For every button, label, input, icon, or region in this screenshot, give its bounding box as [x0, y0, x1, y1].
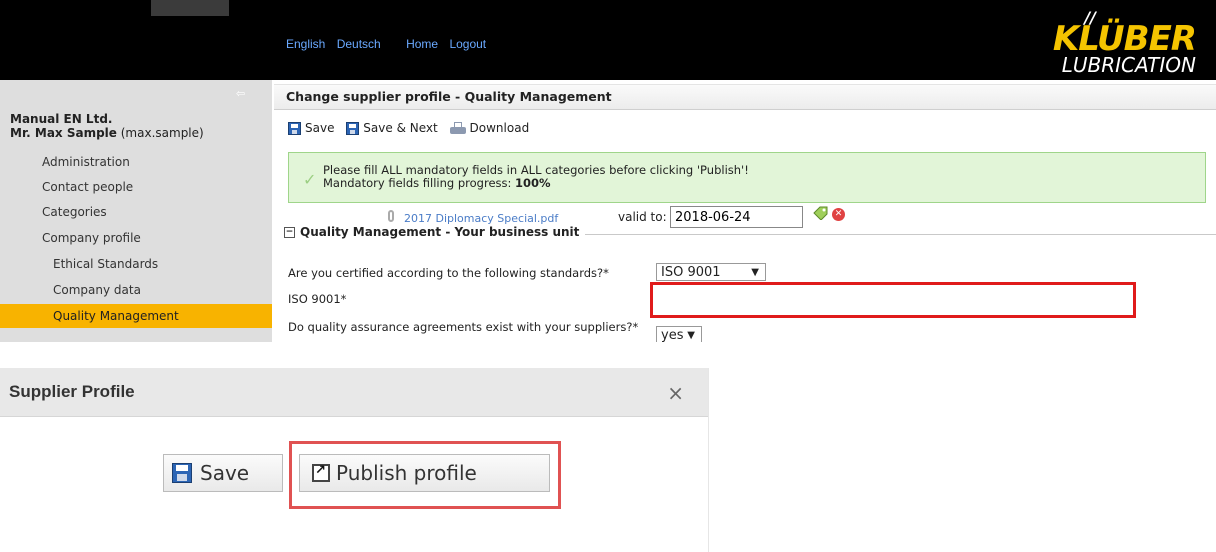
valid-to-input[interactable] — [670, 206, 803, 228]
highlight-frame-publish — [289, 441, 561, 509]
certification-select[interactable]: ISO 9001 ▼ — [656, 263, 766, 281]
qa-agreements-select[interactable]: yes ▼ — [656, 326, 702, 342]
logo-brand: KLÜBER — [1052, 19, 1197, 59]
printer-icon — [449, 121, 466, 135]
lang-deutsch-link[interactable]: Deutsch — [337, 37, 381, 51]
sidebar-item-label: Categories — [42, 205, 107, 219]
sidebar-item-administration[interactable]: Administration — [0, 150, 272, 174]
dialog-header: Supplier Profile × — [0, 368, 708, 417]
sidebar-item-company-profile[interactable]: Company profile — [0, 226, 272, 250]
user-info: Mr. Max Sample (max.sample) — [10, 126, 204, 140]
sidebar-item-categories[interactable]: Categories — [0, 200, 272, 224]
sidebar-item-label: Company profile — [42, 231, 141, 245]
save-button[interactable]: Save — [288, 121, 334, 135]
header-bar: English Deutsch Home Logout // KLÜBER LU… — [0, 0, 1216, 80]
save-next-label: Save & Next — [363, 120, 438, 135]
page-title-bar: Change supplier profile - Quality Manage… — [274, 84, 1216, 110]
close-icon[interactable]: × — [667, 381, 684, 405]
highlight-frame-file — [650, 282, 1136, 318]
save-icon — [288, 121, 301, 135]
collapse-sidebar-icon[interactable]: ⇦ — [236, 87, 250, 101]
user-name: Mr. Max Sample — [10, 126, 117, 140]
valid-to-label: valid to: — [618, 210, 667, 224]
header-strip — [151, 0, 229, 16]
save-next-button[interactable]: Save & Next — [346, 120, 438, 135]
info-message-box: ✓ Please fill ALL mandatory fields in AL… — [288, 152, 1206, 203]
sidebar-item-label: Quality Management — [53, 309, 179, 323]
kluber-logo: // KLÜBER LUBRICATION — [1036, 8, 1197, 77]
question-certification: Are you certified according to the follo… — [288, 266, 609, 280]
dialog-title: Supplier Profile — [9, 382, 135, 401]
logo-subtitle: LUBRICATION — [1061, 53, 1196, 77]
user-login: (max.sample) — [116, 126, 204, 140]
save-icon — [346, 121, 360, 135]
question-qa-agreements: Do quality assurance agreements exist wi… — [288, 320, 639, 334]
home-link[interactable]: Home — [406, 37, 438, 51]
download-button[interactable]: Download — [449, 120, 530, 135]
sidebar-item-label: Administration — [42, 155, 130, 169]
sidebar-item-label: Company data — [53, 283, 141, 297]
progress-value: 100% — [515, 176, 551, 190]
toolbar: Save Save & Next Download — [288, 120, 537, 138]
fieldset-legend-text: Quality Management - Your business unit — [300, 225, 580, 239]
certification-value: ISO 9001 — [661, 265, 721, 280]
sidebar-item-contact-people[interactable]: Contact people — [0, 175, 272, 199]
paperclip-icon — [388, 210, 394, 222]
message-line-1: Please fill ALL mandatory fields in ALL … — [323, 163, 749, 177]
company-name: Manual EN Ltd. — [10, 112, 113, 126]
supplier-profile-dialog: Supplier Profile × Save Publish profile — [0, 368, 709, 552]
lang-english-link[interactable]: English — [286, 37, 325, 51]
sidebar-item-quality-management[interactable]: Quality Management — [0, 304, 272, 328]
tag-icon[interactable] — [812, 206, 828, 220]
download-label: Download — [469, 120, 530, 135]
save-icon — [172, 463, 192, 483]
qa-agreements-value: yes — [661, 328, 684, 342]
progress-label: Mandatory fields filling progress: — [323, 176, 516, 190]
question-iso9001: ISO 9001* — [288, 292, 347, 306]
message-line-2: Mandatory fields filling progress: 100% — [323, 176, 551, 190]
save-label: Save — [305, 120, 335, 135]
dialog-save-button[interactable]: Save — [163, 454, 283, 492]
checkmark-icon: ✓ — [303, 170, 317, 189]
chevron-down-icon: ▼ — [751, 267, 759, 278]
sidebar-item-ethical-standards[interactable]: Ethical Standards — [0, 252, 272, 276]
logout-link[interactable]: Logout — [449, 37, 486, 51]
fieldset-legend: − Quality Management - Your business unit — [284, 225, 586, 239]
sidebar-item-label: Contact people — [42, 180, 134, 194]
sidebar: ⇦ Manual EN Ltd. Mr. Max Sample (max.sam… — [0, 80, 272, 342]
attached-file-link[interactable]: 2017 Diplomacy Special.pdf — [404, 212, 558, 225]
supplier-portal-screenshot: English Deutsch Home Logout // KLÜBER LU… — [0, 0, 1216, 342]
sidebar-item-company-data[interactable]: Company data — [0, 278, 272, 302]
chevron-down-icon: ▼ — [687, 330, 695, 341]
top-nav: English Deutsch Home Logout — [286, 37, 494, 51]
collapse-icon[interactable]: − — [284, 227, 295, 238]
delete-icon[interactable]: ✕ — [832, 208, 845, 221]
sidebar-item-label: Ethical Standards — [53, 257, 159, 271]
dialog-save-label: Save — [200, 461, 250, 485]
page-title: Change supplier profile - Quality Manage… — [286, 89, 612, 104]
